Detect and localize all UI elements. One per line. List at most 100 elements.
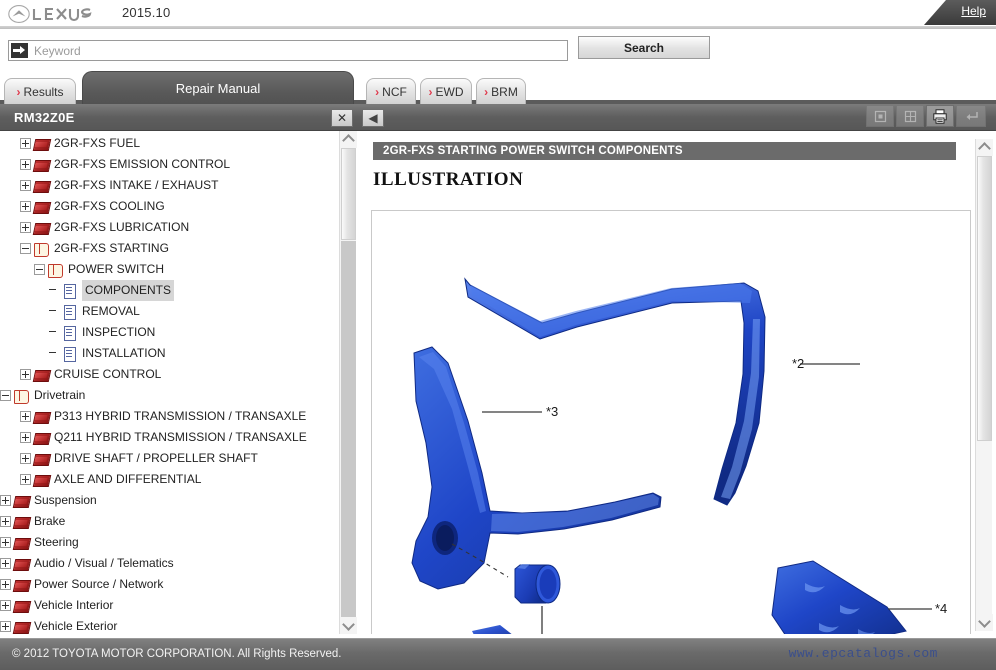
expand-icon[interactable] bbox=[20, 201, 31, 212]
search-input[interactable] bbox=[32, 42, 567, 59]
tree-item[interactable]: Vehicle Exterior bbox=[0, 616, 338, 634]
tree-item[interactable]: POWER SWITCH bbox=[0, 259, 338, 280]
tree-item[interactable]: 2GR-FXS LUBRICATION bbox=[0, 217, 338, 238]
tree-item-label: POWER SWITCH bbox=[68, 259, 164, 280]
collapse-icon[interactable] bbox=[0, 390, 11, 401]
part-partial-shape bbox=[472, 625, 518, 634]
tree-item-label: AXLE AND DIFFERENTIAL bbox=[54, 469, 201, 490]
spacer-icon bbox=[48, 327, 59, 338]
collapse-panel-button[interactable]: ◀ bbox=[362, 109, 384, 127]
tree-item[interactable]: Vehicle Interior bbox=[0, 595, 338, 616]
tree-item-label: 2GR-FXS EMISSION CONTROL bbox=[54, 154, 230, 175]
tree-item[interactable]: 2GR-FXS FUEL bbox=[0, 133, 338, 154]
expand-icon[interactable] bbox=[20, 369, 31, 380]
return-button[interactable] bbox=[956, 105, 986, 127]
book-closed-icon bbox=[14, 599, 29, 613]
collapse-icon[interactable] bbox=[20, 243, 31, 254]
part-1-shape bbox=[515, 564, 560, 603]
expand-icon[interactable] bbox=[20, 159, 31, 170]
tab-repair-manual[interactable]: Repair Manual bbox=[82, 71, 354, 104]
tab-brm[interactable]: › BRM bbox=[476, 78, 526, 104]
expand-icon[interactable] bbox=[0, 579, 11, 590]
tree-item-label: Q211 HYBRID TRANSMISSION / TRANSAXLE bbox=[54, 427, 307, 448]
tree-item-label: 2GR-FXS STARTING bbox=[54, 238, 169, 259]
tree-item[interactable]: 2GR-FXS EMISSION CONTROL bbox=[0, 154, 338, 175]
illustration-container: *3 *2 *1 *4 bbox=[371, 210, 971, 634]
tree-item-label: INSTALLATION bbox=[82, 343, 166, 364]
tree-item[interactable]: COMPONENTS bbox=[0, 280, 338, 301]
tree-scrollbar[interactable] bbox=[339, 131, 356, 634]
tree-item[interactable]: Steering bbox=[0, 532, 338, 553]
manual-code-label: RM32Z0E bbox=[14, 110, 75, 125]
expand-icon[interactable] bbox=[20, 432, 31, 443]
document-icon bbox=[62, 305, 77, 319]
tree-item-label: 2GR-FXS COOLING bbox=[54, 196, 165, 217]
document-scroll-up-button[interactable] bbox=[976, 139, 993, 156]
expand-icon[interactable] bbox=[20, 453, 31, 464]
tree-item[interactable]: AXLE AND DIFFERENTIAL bbox=[0, 469, 338, 490]
callout-label-3: *3 bbox=[546, 404, 558, 419]
expand-icon[interactable] bbox=[20, 222, 31, 233]
tree-item[interactable]: DRIVE SHAFT / PROPELLER SHAFT bbox=[0, 448, 338, 469]
callout-label-1: *1 bbox=[535, 633, 547, 634]
tree-item[interactable]: Brake bbox=[0, 511, 338, 532]
tab-ncf[interactable]: › NCF bbox=[366, 78, 416, 104]
book-closed-icon bbox=[34, 368, 49, 382]
tree-item-label: REMOVAL bbox=[82, 301, 140, 322]
book-open-icon bbox=[34, 242, 49, 256]
tree-item[interactable]: Audio / Visual / Telematics bbox=[0, 553, 338, 574]
expand-icon[interactable] bbox=[0, 621, 11, 632]
document-scroll-thumb[interactable] bbox=[977, 156, 992, 441]
tree-item[interactable]: P313 HYBRID TRANSMISSION / TRANSAXLE bbox=[0, 406, 338, 427]
tab-results-label: Results bbox=[23, 85, 63, 99]
expand-icon[interactable] bbox=[20, 411, 31, 422]
tree-item[interactable]: INSTALLATION bbox=[0, 343, 338, 364]
expand-icon[interactable] bbox=[20, 138, 31, 149]
tree-scroll-thumb[interactable] bbox=[341, 148, 356, 240]
book-closed-icon bbox=[34, 452, 49, 466]
help-button[interactable]: Help bbox=[924, 0, 996, 25]
tree-item-label: INSPECTION bbox=[82, 322, 155, 343]
expand-icon[interactable] bbox=[20, 474, 31, 485]
components-illustration bbox=[372, 211, 970, 634]
document-toolbar bbox=[866, 105, 986, 127]
tree-scroll-track[interactable] bbox=[341, 241, 356, 617]
tree-item[interactable]: Q211 HYBRID TRANSMISSION / TRANSAXLE bbox=[0, 427, 338, 448]
tree-item[interactable]: REMOVAL bbox=[0, 301, 338, 322]
tree-scroll-down-button[interactable] bbox=[340, 617, 357, 634]
tree-item[interactable]: 2GR-FXS INTAKE / EXHAUST bbox=[0, 175, 338, 196]
zoom-out-button[interactable] bbox=[866, 105, 894, 127]
page-title: ILLUSTRATION bbox=[373, 169, 523, 191]
expand-icon[interactable] bbox=[0, 495, 11, 506]
tree-item[interactable]: 2GR-FXS STARTING bbox=[0, 238, 338, 259]
tree-item[interactable]: Drivetrain bbox=[0, 385, 338, 406]
tab-brm-label: BRM bbox=[491, 85, 518, 99]
tab-ewd[interactable]: › EWD bbox=[420, 78, 472, 104]
tree-item[interactable]: INSPECTION bbox=[0, 322, 338, 343]
print-button[interactable] bbox=[926, 105, 954, 127]
catalog-version: 2015.10 bbox=[122, 5, 170, 20]
search-bar: Search bbox=[0, 32, 996, 68]
footer-bar: © 2012 TOYOTA MOTOR CORPORATION. All Rig… bbox=[0, 638, 996, 670]
help-label: Help bbox=[961, 4, 986, 18]
zoom-in-button[interactable] bbox=[896, 105, 924, 127]
tab-results[interactable]: › Results bbox=[4, 78, 76, 104]
book-closed-icon bbox=[14, 557, 29, 571]
search-button[interactable]: Search bbox=[578, 36, 710, 59]
expand-icon[interactable] bbox=[0, 516, 11, 527]
document-scroll-down-button[interactable] bbox=[976, 614, 993, 631]
tree-item[interactable]: Suspension bbox=[0, 490, 338, 511]
expand-icon[interactable] bbox=[0, 558, 11, 569]
document-scrollbar[interactable] bbox=[975, 139, 992, 631]
collapse-icon[interactable] bbox=[34, 264, 45, 275]
close-button[interactable]: ✕ bbox=[331, 109, 353, 127]
book-closed-icon bbox=[14, 536, 29, 550]
expand-icon[interactable] bbox=[0, 600, 11, 611]
tree-scroll-up-button[interactable] bbox=[340, 131, 357, 148]
tree-item[interactable]: 2GR-FXS COOLING bbox=[0, 196, 338, 217]
tree-item[interactable]: Power Source / Network bbox=[0, 574, 338, 595]
book-closed-icon bbox=[14, 494, 29, 508]
expand-icon[interactable] bbox=[0, 537, 11, 548]
tree-item[interactable]: CRUISE CONTROL bbox=[0, 364, 338, 385]
expand-icon[interactable] bbox=[20, 180, 31, 191]
